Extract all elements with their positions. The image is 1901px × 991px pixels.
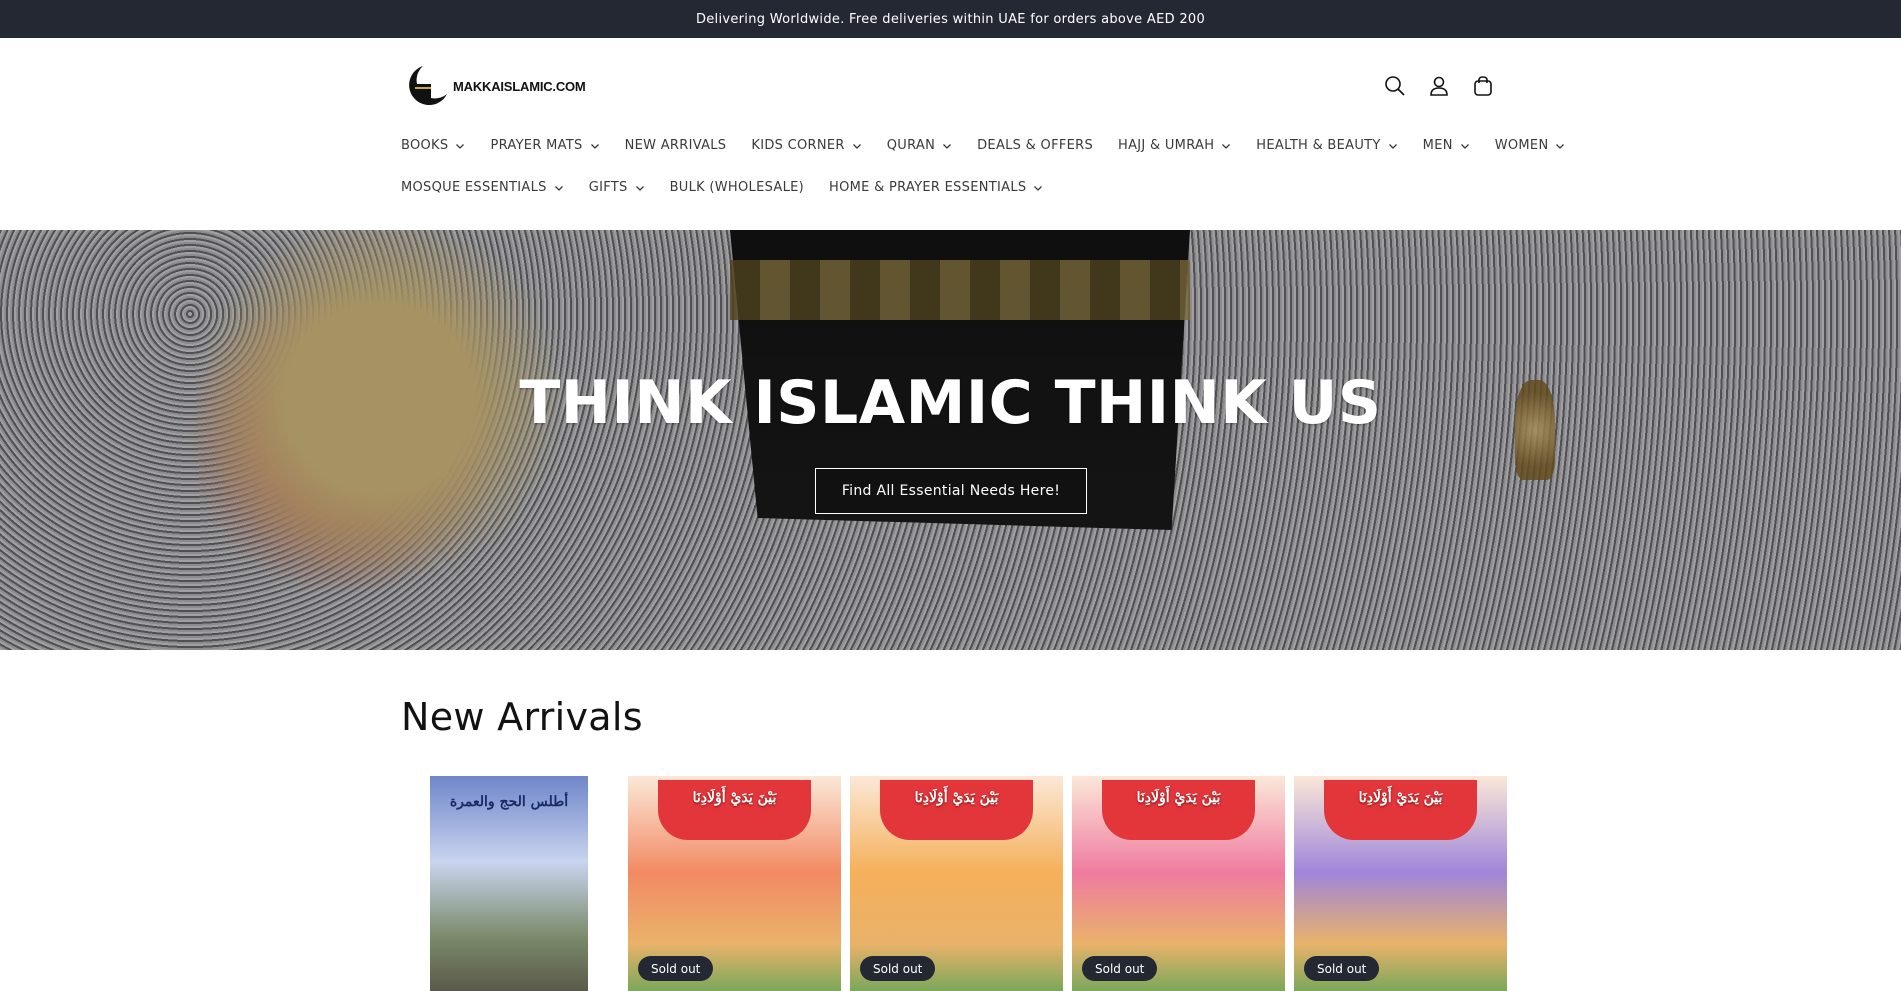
- chevron-down-icon: [456, 143, 465, 149]
- cover-title-band: [1102, 780, 1255, 840]
- book-cover-title: أطلس الحج والعمرة: [449, 794, 569, 810]
- new-arrivals-grid: أطلس الحج والعمرة بَيْنَ يَدَيْ أَوْلَادِ…: [430, 776, 1507, 991]
- hero-cta-button[interactable]: Find All Essential Needs Here!: [815, 468, 1087, 514]
- announcement-text: Delivering Worldwide. Free deliveries wi…: [695, 11, 1206, 27]
- nav-item-label: DEALS & OFFERS: [977, 138, 1094, 153]
- nav-item-hajj-and-umrah[interactable]: HAJJ & UMRAH: [1118, 138, 1231, 153]
- book-cover-title: بَيْنَ يَدَيْ أَوْلَادِنَا: [1136, 790, 1221, 806]
- chevron-down-icon: [1556, 143, 1565, 149]
- nav-item-label: MEN: [1422, 138, 1453, 153]
- chevron-down-icon: [1034, 185, 1043, 191]
- nav-item-label: HAJJ & UMRAH: [1118, 138, 1215, 153]
- cover-title-band: [880, 780, 1033, 840]
- account-icon[interactable]: [1428, 75, 1450, 97]
- product-card[interactable]: بَيْنَ يَدَيْ أَوْلَادِنَا Sold out: [628, 776, 841, 991]
- new-arrivals-heading: New Arrivals: [401, 695, 643, 739]
- nav-item-deals-and-offers[interactable]: DEALS & OFFERS: [977, 138, 1093, 153]
- chevron-down-icon: [635, 185, 644, 191]
- nav-item-label: QURAN: [886, 138, 936, 153]
- site-header: MAKKAISLAMIC.COM BOOKS PRAYER MATS NEW ARR…: [0, 38, 1901, 230]
- cover-title-band: [658, 780, 811, 840]
- product-image: أطلس الحج والعمرة: [430, 776, 588, 991]
- book-cover-title: بَيْنَ يَدَيْ أَوْلَادِنَا: [914, 790, 999, 806]
- nav-item-label: PRAYER MATS: [490, 138, 583, 153]
- product-card[interactable]: بَيْنَ يَدَيْ أَوْلَادِنَا Sold out: [850, 776, 1063, 991]
- search-icon[interactable]: [1384, 75, 1406, 97]
- chevron-down-icon: [943, 143, 952, 149]
- nav-item-bulk-wholesale[interactable]: BULK (WHOLESALE): [670, 180, 804, 195]
- announcement-bar: Delivering Worldwide. Free deliveries wi…: [0, 0, 1901, 38]
- chevron-down-icon: [590, 143, 599, 149]
- header-icons: [1384, 75, 1494, 97]
- nav-item-quran[interactable]: QURAN: [887, 138, 952, 153]
- nav-item-label: MOSQUE ESSENTIALS: [401, 180, 547, 195]
- nav-item-label: HOME & PRAYER ESSENTIALS: [829, 180, 1027, 195]
- nav-item-kids-corner[interactable]: KIDS CORNER: [751, 138, 861, 153]
- nav-item-label: HEALTH & BEAUTY: [1256, 138, 1381, 153]
- book-cover-title: بَيْنَ يَدَيْ أَوْلَادِنَا: [1358, 790, 1443, 806]
- product-card[interactable]: بَيْنَ يَدَيْ أَوْلَادِنَا Sold out: [1072, 776, 1285, 991]
- nav-item-men[interactable]: MEN: [1423, 138, 1470, 153]
- nav-item-label: NEW ARRIVALS: [624, 138, 727, 153]
- chevron-down-icon: [1222, 143, 1231, 149]
- sold-out-badge: Sold out: [1304, 956, 1380, 981]
- cover-title-band: [1324, 780, 1477, 840]
- hero-overlay: [0, 230, 1901, 650]
- nav-item-health-and-beauty[interactable]: HEALTH & BEAUTY: [1256, 138, 1397, 153]
- nav-item-home-and-prayer-essentials[interactable]: HOME & PRAYER ESSENTIALS: [829, 180, 1043, 195]
- nav-item-women[interactable]: WOMEN: [1495, 138, 1566, 153]
- nav-item-prayer-mats[interactable]: PRAYER MATS: [490, 138, 599, 153]
- chevron-down-icon: [554, 185, 563, 191]
- logo-text: MAKKAISLAMIC.COM: [453, 78, 586, 94]
- hero-title: THINK ISLAMIC THINK US: [519, 368, 1382, 438]
- nav-item-gifts[interactable]: GIFTS: [589, 180, 645, 195]
- book-cover-title: بَيْنَ يَدَيْ أَوْلَادِنَا: [692, 790, 777, 806]
- nav-item-label: KIDS CORNER: [751, 138, 845, 153]
- nav-item-label: GIFTS: [588, 180, 628, 195]
- nav-item-label: WOMEN: [1494, 138, 1549, 153]
- nav-item-books[interactable]: BOOKS: [401, 138, 465, 153]
- hero-banner: THINK ISLAMIC THINK US Find All Essentia…: [0, 230, 1901, 650]
- nav-item-label: BULK (WHOLESALE): [669, 180, 805, 195]
- main-nav-row-1: BOOKS PRAYER MATS NEW ARRIVALS KIDS CORNER Q…: [401, 138, 1565, 153]
- crescent-kaaba-logo-icon: [409, 66, 447, 106]
- chevron-down-icon: [1388, 143, 1397, 149]
- main-nav-row-2: MOSQUE ESSENTIALS GIFTS BULK (WHOLESALE) HO…: [401, 180, 1501, 195]
- product-card[interactable]: أطلس الحج والعمرة: [430, 776, 588, 991]
- cart-icon[interactable]: [1472, 75, 1494, 97]
- chevron-down-icon: [852, 143, 861, 149]
- product-card[interactable]: بَيْنَ يَدَيْ أَوْلَادِنَا Sold out: [1294, 776, 1507, 991]
- chevron-down-icon: [1460, 143, 1469, 149]
- sold-out-badge: Sold out: [860, 956, 936, 981]
- site-logo[interactable]: MAKKAISLAMIC.COM: [401, 64, 586, 108]
- nav-item-mosque-essentials[interactable]: MOSQUE ESSENTIALS: [401, 180, 564, 195]
- nav-item-new-arrivals[interactable]: NEW ARRIVALS: [625, 138, 727, 153]
- nav-item-label: BOOKS: [401, 138, 449, 153]
- sold-out-badge: Sold out: [638, 956, 714, 981]
- sold-out-badge: Sold out: [1082, 956, 1158, 981]
